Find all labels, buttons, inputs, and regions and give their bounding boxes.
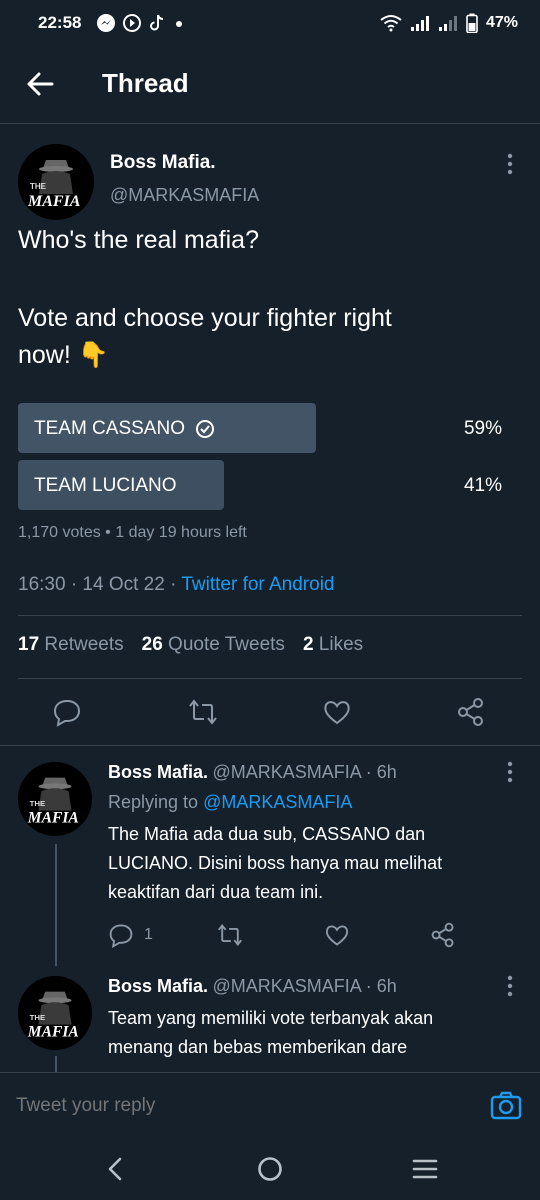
reply1-text-line3: keaktifan dari dua team ini. (108, 882, 324, 902)
status-bar: 22:58 47% (0, 0, 540, 46)
reply1-header: Boss Mafia. @MARKASMAFIA · 6h (108, 762, 397, 783)
cell-signal-icon (410, 16, 429, 31)
battery-percent: 47% (485, 14, 518, 31)
engagement-stats: 17 Retweets 26 Quote Tweets 2 Likes (18, 634, 363, 656)
logo-mafia-text: MAFIA (27, 193, 81, 210)
signal-app-icon (123, 14, 141, 32)
reply2-more-icon[interactable] (500, 974, 520, 998)
reply2-avatar[interactable]: THE MAFIA (18, 976, 92, 1050)
poll-label-luciano: TEAM LUCIANO (34, 475, 177, 496)
tweet-text-line1: Who's the real mafia? (18, 226, 259, 254)
check-circle-icon (195, 420, 214, 438)
status-time: 22:58 (38, 13, 82, 32)
like-icon[interactable] (322, 697, 352, 727)
poll-percent-cassano: 59% (463, 418, 502, 439)
share-icon[interactable] (456, 697, 486, 727)
reply2-text-line2: menang dan bebas memberikan dare (108, 1037, 408, 1057)
tweet-text-line3: now! 👇 (18, 341, 109, 369)
reply1-retweet-icon[interactable] (217, 922, 243, 948)
notification-icons (96, 12, 186, 34)
nav-back-icon[interactable] (104, 1156, 126, 1182)
reply1-like-icon[interactable] (324, 922, 350, 948)
poll-percent-luciano: 41% (463, 475, 502, 496)
reply1-handle-time[interactable]: @MARKASMAFIA · 6h (212, 762, 396, 782)
reply1-reply-icon[interactable] (108, 922, 134, 948)
thread-line-2 (55, 1056, 57, 1072)
reply1-more-icon[interactable] (500, 760, 520, 784)
mafia-logo: THE MAFIA (18, 976, 92, 1050)
mafia-logo: THE MAFIA (18, 144, 94, 220)
reply1-replying-to: Replying to @MARKASMAFIA (108, 792, 353, 812)
replying-to-link[interactable]: @MARKASMAFIA (203, 792, 352, 812)
author-handle[interactable]: @MARKASMAFIA (110, 185, 259, 206)
nav-recents-icon[interactable] (412, 1158, 438, 1180)
reply-composer (0, 1072, 540, 1139)
poll-label-cassano: TEAM CASSANO (34, 418, 185, 439)
reply1-text-line1: The Mafia ada dua sub, CASSANO dan (108, 824, 426, 844)
reply1-share-icon[interactable] (430, 922, 456, 948)
poll-option-luciano: TEAM LUCIANO (34, 475, 177, 497)
retweet-icon[interactable] (188, 697, 218, 727)
reply-input[interactable] (14, 1087, 458, 1125)
reply1-reply-count: 1 (144, 926, 153, 943)
logo-mafia-text: MAFIA (27, 1023, 79, 1040)
mafia-logo: THE MAFIA (18, 762, 92, 836)
messenger-icon (97, 14, 115, 32)
author-avatar[interactable]: THE MAFIA (18, 144, 94, 220)
tweet-timestamp: 16:30 · 14 Oct 22 · (18, 574, 182, 595)
cell-signal-2-icon (438, 16, 457, 31)
reply-icon[interactable] (52, 697, 82, 727)
logo-the-text: THE (30, 1013, 46, 1022)
tweet-timestamp-row: 16:30 · 14 Oct 22 · Twitter for Android (18, 574, 334, 596)
more-options-icon[interactable] (500, 152, 520, 176)
reply1-avatar[interactable]: THE MAFIA (18, 762, 92, 836)
divider-stats-bottom (18, 678, 522, 679)
retweets-stat[interactable]: 17 Retweets (18, 634, 124, 656)
tweet-source-link[interactable]: Twitter for Android (181, 574, 334, 595)
logo-mafia-text: MAFIA (27, 809, 79, 826)
battery-icon (466, 13, 478, 33)
page-title: Thread (102, 68, 189, 98)
thread-line (55, 844, 57, 966)
reply2-header: Boss Mafia. @MARKASMAFIA · 6h (108, 976, 397, 997)
nav-home-icon[interactable] (257, 1156, 283, 1182)
header-divider (0, 123, 540, 124)
likes-stat[interactable]: 2 Likes (303, 634, 363, 656)
reply2-name[interactable]: Boss Mafia. (108, 976, 208, 996)
author-name[interactable]: Boss Mafia. (110, 152, 216, 174)
logo-the-text: THE (30, 182, 47, 191)
reply1-text-line2: LUCIANO. Disini boss hanya mau melihat (108, 853, 443, 873)
reply1-name[interactable]: Boss Mafia. (108, 762, 208, 782)
tweet-text-line2: Vote and choose your fighter right (18, 304, 392, 332)
wifi-icon (380, 15, 402, 32)
poll-option-cassano: TEAM CASSANO (34, 418, 215, 440)
divider-stats-top (18, 615, 522, 616)
poll-meta: 1,170 votes • 1 day 19 hours left (18, 524, 247, 541)
back-arrow-icon[interactable] (24, 68, 56, 100)
system-icons: 47% (380, 12, 518, 34)
reply2-handle-time[interactable]: @MARKASMAFIA · 6h (212, 976, 396, 996)
logo-the-text: THE (30, 799, 46, 808)
tiktok-icon (150, 14, 164, 31)
divider-replies (0, 745, 540, 746)
reply2-text-line1: Team yang memiliki vote terbanyak akan (108, 1008, 434, 1028)
dot-icon (176, 21, 182, 27)
system-nav-bar (0, 1138, 540, 1200)
camera-icon[interactable] (490, 1091, 522, 1121)
quote-tweets-stat[interactable]: 26 Quote Tweets (142, 634, 285, 656)
